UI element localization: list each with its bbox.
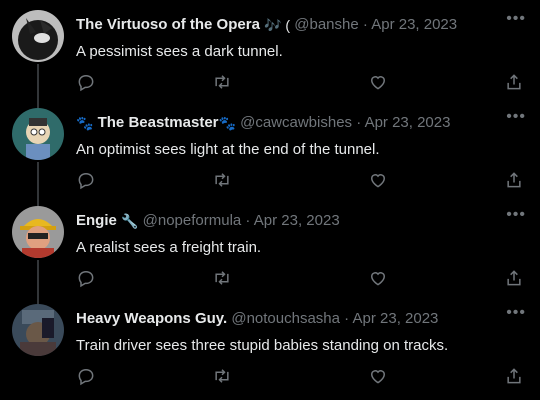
timestamp[interactable]: Apr 23, 2023 xyxy=(353,310,439,327)
avatar[interactable] xyxy=(12,10,64,62)
retweet-icon[interactable] xyxy=(212,366,234,388)
display-name[interactable]: The Virtuoso of the Opera xyxy=(76,16,260,33)
retweet-icon[interactable] xyxy=(212,268,234,290)
tweet[interactable]: The Virtuoso of the Opera 🎶 ( @banshe · … xyxy=(0,0,540,98)
avatar[interactable] xyxy=(12,206,64,258)
thread: The Virtuoso of the Opera 🎶 ( @banshe · … xyxy=(0,0,540,400)
display-name[interactable]: Engie xyxy=(76,212,117,229)
avatar[interactable] xyxy=(12,108,64,160)
tweet-text: Train driver sees three stupid babies st… xyxy=(76,337,449,354)
retweet-icon[interactable] xyxy=(212,170,234,192)
more-icon[interactable]: ••• xyxy=(506,109,526,125)
tweet[interactable]: 🐾 The Beastmaster🐾 @cawcawbishes · Apr 2… xyxy=(0,98,540,196)
like-icon[interactable] xyxy=(368,366,390,388)
separator: · xyxy=(352,114,365,131)
tweet-header: 🐾 The Beastmaster🐾 @cawcawbishes · Apr 2… xyxy=(76,113,500,133)
separator: · xyxy=(339,310,353,327)
reply-icon[interactable] xyxy=(76,366,98,388)
share-icon[interactable] xyxy=(504,366,526,388)
share-icon[interactable] xyxy=(504,268,526,290)
timestamp[interactable]: Apr 23, 2023 xyxy=(365,114,451,131)
like-icon[interactable] xyxy=(368,268,390,290)
display-name[interactable]: Heavy Weapons Guy. xyxy=(76,310,227,327)
like-icon[interactable] xyxy=(368,72,390,94)
tweet-header: Heavy Weapons Guy. @notouchsasha · Apr 2… xyxy=(76,309,500,329)
share-icon[interactable] xyxy=(504,170,526,192)
name-emoji: 🔧 xyxy=(121,213,139,229)
tweet-actions xyxy=(76,72,540,94)
handle[interactable]: @banshe xyxy=(294,16,358,33)
tweet-actions xyxy=(76,268,540,290)
tweet-text: A realist sees a freight train. xyxy=(76,239,262,256)
timestamp[interactable]: Apr 23, 2023 xyxy=(371,16,457,33)
tweet-actions xyxy=(76,170,540,192)
handle[interactable]: @cawcawbishes xyxy=(240,114,352,131)
separator: · xyxy=(358,16,372,33)
reply-icon[interactable] xyxy=(76,72,98,94)
timestamp[interactable]: Apr 23, 2023 xyxy=(254,212,340,229)
tweet-actions xyxy=(76,366,540,388)
tweet-text: An optimist sees light at the end of the… xyxy=(76,141,380,158)
handle[interactable]: @notouchsasha xyxy=(231,310,340,327)
reply-icon[interactable] xyxy=(76,170,98,192)
tweet[interactable]: Engie 🔧 @nopeformula · Apr 23, 2023 ••• … xyxy=(0,196,540,294)
avatar[interactable] xyxy=(12,304,64,356)
tweet-header: Engie 🔧 @nopeformula · Apr 23, 2023 xyxy=(76,211,500,231)
tweet-text: A pessimist sees a dark tunnel. xyxy=(76,43,283,60)
handle[interactable]: @nopeformula xyxy=(143,212,242,229)
more-icon[interactable]: ••• xyxy=(506,11,526,27)
name-emoji: 🐾 xyxy=(76,115,94,131)
share-icon[interactable] xyxy=(504,72,526,94)
reply-icon[interactable] xyxy=(76,268,98,290)
retweet-icon[interactable] xyxy=(212,72,234,94)
tweet-header: The Virtuoso of the Opera 🎶 ( @banshe · … xyxy=(76,15,500,35)
separator: · xyxy=(241,212,254,229)
more-icon[interactable]: ••• xyxy=(506,207,526,223)
display-name[interactable]: The Beastmaster xyxy=(98,114,219,131)
name-emoji: 🎶 ( xyxy=(264,17,291,33)
like-icon[interactable] xyxy=(368,170,390,192)
more-icon[interactable]: ••• xyxy=(506,305,526,321)
tweet[interactable]: Heavy Weapons Guy. @notouchsasha · Apr 2… xyxy=(0,294,540,392)
name-emoji: 🐾 xyxy=(218,115,236,131)
